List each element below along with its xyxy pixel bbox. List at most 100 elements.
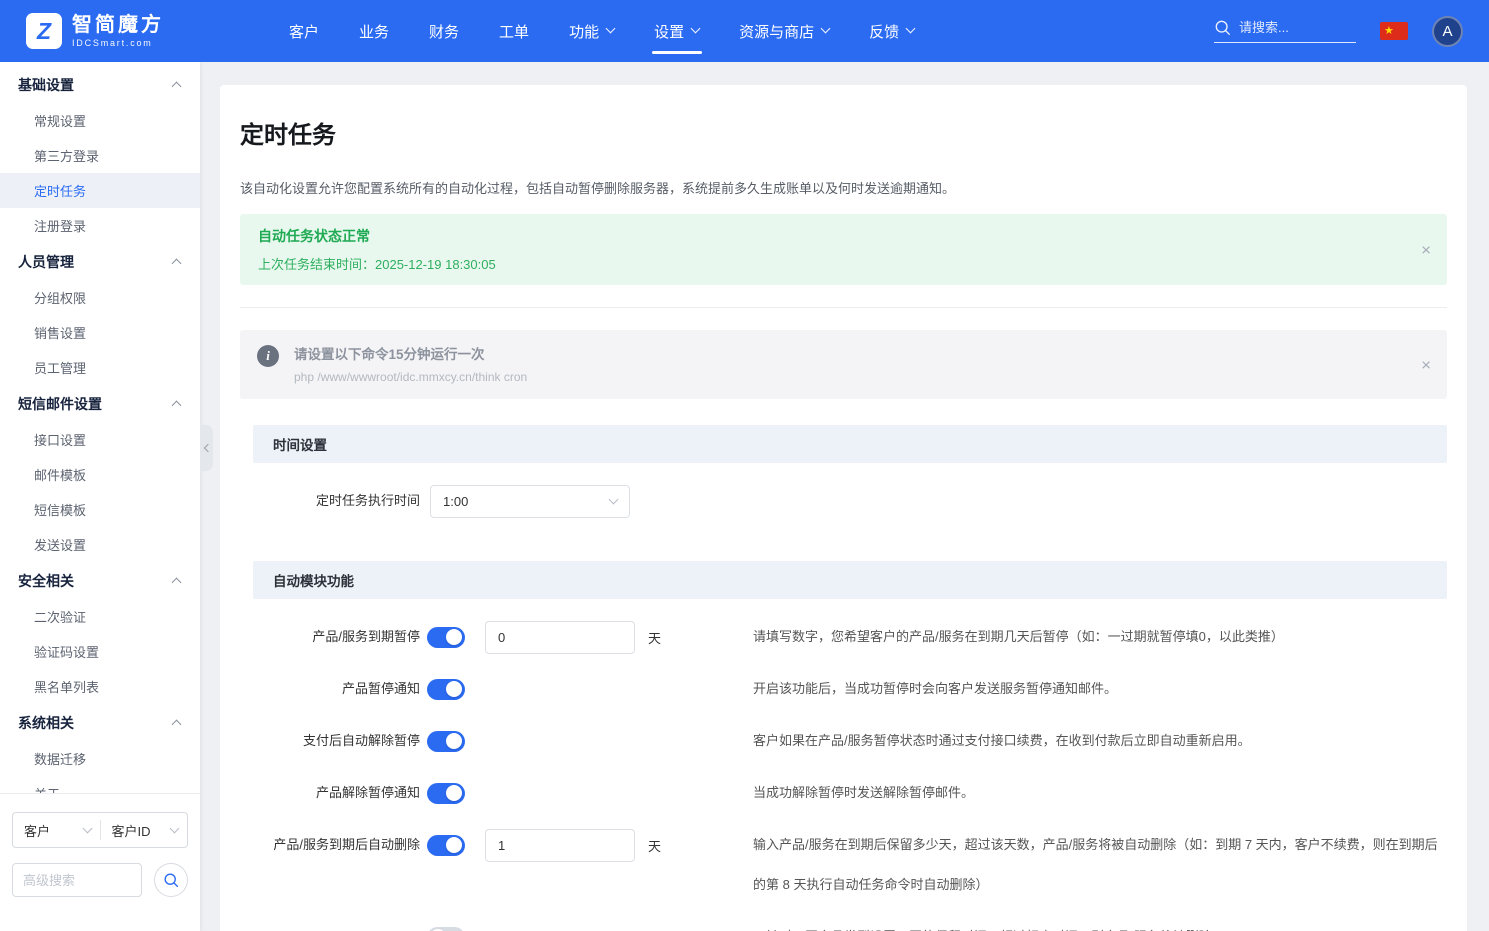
sidebar-section-security[interactable]: 安全相关 [0, 562, 200, 599]
chevron-up-icon [172, 577, 182, 587]
search-icon [1214, 19, 1231, 36]
sidebar-item-general-settings[interactable]: 常规设置 [0, 103, 200, 138]
setting-row-cron-time: 定时任务执行时间 1:00 [253, 475, 1447, 527]
suspend-notice-label: 产品暂停通知 [253, 669, 420, 709]
nav-customers[interactable]: 客户 [289, 0, 319, 62]
language-flag-icon[interactable]: ★ [1380, 22, 1408, 40]
top-header: Z 智简魔方 IDCSmart.com 客户 业务 财务 工单 功能 设置 资源… [0, 0, 1489, 62]
sidebar-collapse-handle[interactable] [200, 425, 213, 471]
sidebar-item-register-login[interactable]: 注册登录 [0, 208, 200, 243]
sidebar-section-basic-settings[interactable]: 基础设置 [0, 66, 200, 103]
nav-finance[interactable]: 财务 [429, 0, 459, 62]
sidebar-item-group-permissions[interactable]: 分组权限 [0, 280, 200, 315]
cron-notice-title: 请设置以下命令15分钟运行一次 [294, 343, 1429, 363]
setting-row-auto-delete: 产品/服务到期后自动删除 天 输入产品/服务在到期后保留多少天，超过该天数，产品… [253, 819, 1447, 911]
sidebar-item-send-settings[interactable]: 发送设置 [0, 527, 200, 562]
task-status-title: 自动任务状态正常 [258, 226, 1429, 246]
delete-days-input[interactable] [485, 829, 635, 862]
days-unit-label: 天 [648, 628, 661, 647]
brand-logo[interactable]: Z 智简魔方 IDCSmart.com [26, 13, 164, 49]
advanced-search-input[interactable] [12, 863, 142, 897]
nav-business[interactable]: 业务 [359, 0, 389, 62]
sidebar-item-third-party-login[interactable]: 第三方登录 [0, 138, 200, 173]
sidebar-section-sms-email-settings[interactable]: 短信邮件设置 [0, 385, 200, 422]
chevron-down-icon [170, 824, 180, 834]
brand-domain: IDCSmart.com [72, 38, 164, 48]
sidebar-item-sms-templates[interactable]: 短信模板 [0, 492, 200, 527]
sidebar-item-scheduled-tasks[interactable]: 定时任务 [0, 173, 200, 208]
advanced-settings-label: 高级设置 [478, 928, 530, 931]
info-icon: i [257, 345, 279, 367]
chevron-down-icon [691, 24, 701, 34]
sidebar-item-data-migration[interactable]: 数据迁移 [0, 741, 200, 776]
suspend-days-input[interactable] [485, 621, 635, 654]
sidebar-item-blacklist[interactable]: 黑名单列表 [0, 669, 200, 704]
chevron-up-icon [172, 719, 182, 729]
filter-select-group: 客户 客户ID [12, 812, 188, 848]
section-header-time: 时间设置 [253, 425, 1447, 463]
task-status-alert: 自动任务状态正常 上次任务结束时间：2025-12-19 18:30:05 × [240, 214, 1447, 285]
chevron-down-icon [609, 495, 619, 505]
user-avatar[interactable]: A [1432, 16, 1463, 47]
nav-feedback[interactable]: 反馈 [869, 0, 914, 62]
unsuspend-notice-desc: 当成功解除暂停时发送解除暂停邮件。 [753, 773, 1447, 813]
setting-row-advanced: 高级设置 可针对不同产品类型设置不同的保留时间，超过相应时间，则产品/服务将被删… [253, 911, 1447, 931]
global-search[interactable] [1214, 19, 1356, 43]
page-title: 定时任务 [240, 115, 1447, 150]
search-icon [163, 872, 179, 888]
unsuspend-notice-toggle[interactable] [427, 783, 465, 804]
sidebar-item-email-templates[interactable]: 邮件模板 [0, 457, 200, 492]
sidebar-item-employee-management[interactable]: 员工管理 [0, 350, 200, 385]
suspend-after-due-label: 产品/服务到期暂停 [253, 617, 420, 657]
auto-delete-label: 产品/服务到期后自动删除 [253, 825, 420, 865]
auto-delete-toggle[interactable] [427, 835, 465, 856]
advanced-settings-toggle[interactable] [427, 927, 465, 931]
chevron-down-icon [821, 24, 831, 34]
brand-logo-icon: Z [26, 13, 62, 49]
sidebar-item-two-factor[interactable]: 二次验证 [0, 599, 200, 634]
cron-command: php /www/wwwroot/idc.mmxcy.cn/think cron [294, 370, 1429, 384]
auto-module-section: 自动模块功能 产品/服务到期暂停 天 请填写数字，您希望客户的产品/服务在到期几… [253, 561, 1447, 931]
cron-command-notice: i 请设置以下命令15分钟运行一次 php /www/wwwroot/idc.m… [240, 330, 1447, 399]
close-icon[interactable]: × [1421, 356, 1431, 373]
unsuspend-after-pay-toggle[interactable] [427, 731, 465, 752]
auto-delete-desc: 输入产品/服务在到期后保留多少天，超过该天数，产品/服务将被自动删除（如：到期 … [753, 825, 1447, 905]
nav-settings[interactable]: 设置 [654, 0, 699, 62]
sidebar-section-staff-management[interactable]: 人员管理 [0, 243, 200, 280]
close-icon[interactable]: × [1421, 241, 1431, 258]
setting-row-suspend-notice: 产品暂停通知 开启该功能后，当成功暂停时会向客户发送服务暂停通知邮件。 [253, 663, 1447, 715]
chevron-down-icon [82, 824, 92, 834]
main-content: 定时任务 该自动化设置允许您配置系统所有的自动化过程，包括自动暂停删除服务器，系… [200, 62, 1489, 931]
chevron-left-icon [203, 444, 211, 452]
nav-functions[interactable]: 功能 [569, 0, 614, 62]
chevron-down-icon [906, 24, 916, 34]
sidebar-item-api-settings[interactable]: 接口设置 [0, 422, 200, 457]
global-search-input[interactable] [1239, 20, 1344, 35]
nav-tickets[interactable]: 工单 [499, 0, 529, 62]
filter-field-select[interactable]: 客户ID [101, 821, 188, 840]
sidebar-item-captcha-settings[interactable]: 验证码设置 [0, 634, 200, 669]
cron-time-label: 定时任务执行时间 [253, 481, 420, 521]
chevron-up-icon [172, 258, 182, 268]
suspend-after-due-toggle[interactable] [427, 627, 465, 648]
suspend-notice-toggle[interactable] [427, 679, 465, 700]
nav-resources-store[interactable]: 资源与商店 [739, 0, 829, 62]
days-unit-label: 天 [648, 836, 661, 855]
brand-name: 智简魔方 [72, 14, 164, 36]
setting-row-unsuspend-notice: 产品解除暂停通知 当成功解除暂停时发送解除暂停邮件。 [253, 767, 1447, 819]
top-nav: 客户 业务 财务 工单 功能 设置 资源与商店 反馈 [289, 0, 914, 62]
sidebar-section-system[interactable]: 系统相关 [0, 704, 200, 741]
settings-card: 定时任务 该自动化设置允许您配置系统所有的自动化过程，包括自动暂停删除服务器，系… [220, 85, 1467, 931]
advanced-search-button[interactable] [154, 863, 188, 897]
sidebar: 基础设置 常规设置 第三方登录 定时任务 注册登录 人员管理 分组权限 销售设置… [0, 62, 200, 931]
setting-row-unsuspend-after-pay: 支付后自动解除暂停 客户如果在产品/服务暂停状态时通过支付接口续费，在收到付款后… [253, 715, 1447, 767]
page-description: 该自动化设置允许您配置系统所有的自动化过程，包括自动暂停删除服务器，系统提前多久… [240, 178, 1447, 197]
cron-time-select[interactable]: 1:00 [430, 485, 630, 518]
filter-type-select[interactable]: 客户 [13, 821, 100, 840]
sidebar-item-sales-settings[interactable]: 销售设置 [0, 315, 200, 350]
unsuspend-after-pay-label: 支付后自动解除暂停 [253, 721, 420, 761]
suspend-after-due-desc: 请填写数字，您希望客户的产品/服务在到期几天后暂停（如：一过期就暂停填0，以此类… [753, 617, 1447, 657]
sidebar-item-about[interactable]: 关于 [0, 776, 200, 793]
section-header-auto-module: 自动模块功能 [253, 561, 1447, 599]
divider [240, 307, 1447, 308]
